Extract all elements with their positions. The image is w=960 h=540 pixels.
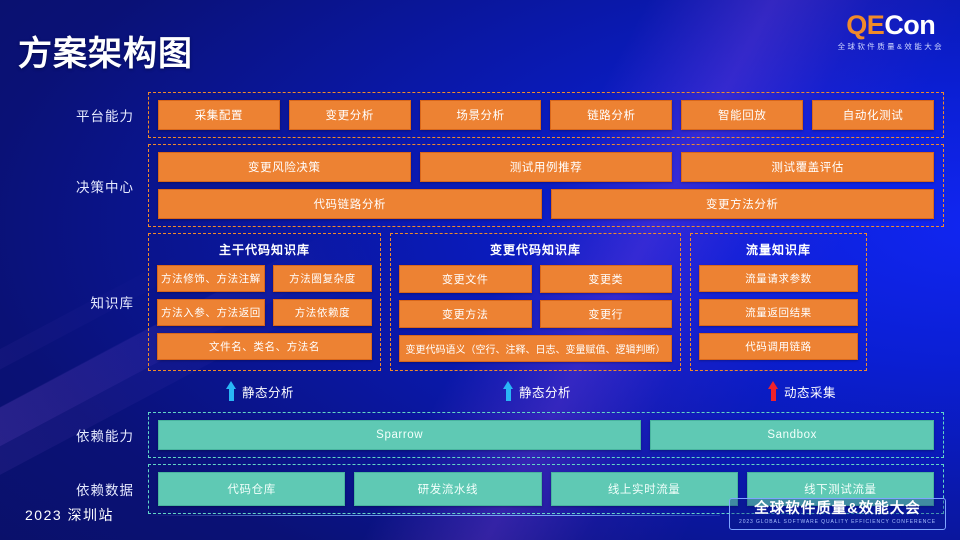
knowledge-grid: 方法入参、方法返回 方法依赖度 bbox=[157, 299, 372, 326]
decision-item[interactable]: 变更方法分析 bbox=[550, 189, 934, 219]
row-knowledge-base: 知识库 主干代码知识库 方法修饰、方法注解 方法圈复杂度 方法入参、方法返回 方… bbox=[0, 233, 960, 371]
knowledge-column-title: 流量知识库 bbox=[745, 243, 811, 257]
row-body-capability: Sparrow Sandbox bbox=[148, 412, 944, 458]
knowledge-grid: 变更代码语义（空行、注释、日志、变量赋值、逻辑判断） bbox=[399, 335, 672, 362]
platform-item[interactable]: 智能回放 bbox=[681, 100, 804, 130]
knowledge-grid: 变更方法 变更行 bbox=[399, 300, 672, 328]
qecon-qe: QE bbox=[846, 10, 885, 40]
knowledge-item[interactable]: 变更文件 bbox=[399, 265, 532, 293]
qecon-con: Con bbox=[884, 10, 936, 40]
platform-cells: 采集配置 变更分析 场景分析 链路分析 智能回放 自动化测试 bbox=[158, 100, 934, 130]
platform-item[interactable]: 场景分析 bbox=[419, 100, 542, 130]
knowledge-grid: 代码调用链路 bbox=[699, 333, 858, 360]
knowledge-item[interactable]: 变更类 bbox=[539, 265, 672, 293]
footer-brand-title: 全球软件质量&效能大会 bbox=[754, 501, 921, 517]
platform-item[interactable]: 链路分析 bbox=[550, 100, 673, 130]
up-arrow-icon bbox=[226, 381, 237, 401]
qecon-tagline: 全球软件质量&效能大会 bbox=[837, 42, 944, 51]
knowledge-column-traffic: 流量知识库 流量请求参数 流量返回结果 代码调用链路 bbox=[690, 233, 867, 371]
row-dependency-capability: 依赖能力 Sparrow Sandbox bbox=[0, 412, 960, 458]
capability-item[interactable]: Sandbox bbox=[650, 420, 934, 450]
knowledge-item[interactable]: 代码调用链路 bbox=[699, 333, 858, 360]
footer-conference-logo: 全球软件质量&效能大会 2023 GLOBAL SOFTWARE QUALITY… bbox=[729, 498, 946, 530]
row-label-platform: 平台能力 bbox=[76, 109, 134, 124]
knowledge-grid: 文件名、类名、方法名 bbox=[157, 333, 372, 360]
up-arrow-icon bbox=[768, 381, 779, 401]
knowledge-item[interactable]: 变更代码语义（空行、注释、日志、变量赋值、逻辑判断） bbox=[399, 335, 672, 362]
flow-arrow-static-analysis-1: 静态分析 bbox=[226, 381, 294, 401]
platform-group: 采集配置 变更分析 场景分析 链路分析 智能回放 自动化测试 bbox=[148, 92, 944, 138]
knowledge-item[interactable]: 流量返回结果 bbox=[699, 299, 858, 326]
flow-arrow-label: 静态分析 bbox=[242, 385, 295, 400]
row-body-knowledge: 主干代码知识库 方法修饰、方法注解 方法圈复杂度 方法入参、方法返回 方法依赖度… bbox=[148, 233, 944, 371]
architecture-diagram: 平台能力 采集配置 变更分析 场景分析 链路分析 智能回放 自动化测试 决策中心 bbox=[0, 92, 960, 520]
capability-group: Sparrow Sandbox bbox=[148, 412, 944, 458]
capability-item[interactable]: Sparrow bbox=[158, 420, 642, 450]
decision-item[interactable]: 代码链路分析 bbox=[158, 189, 542, 219]
knowledge-item[interactable]: 方法圈复杂度 bbox=[272, 265, 372, 292]
knowledge-item[interactable]: 方法修饰、方法注解 bbox=[157, 265, 265, 292]
platform-item[interactable]: 变更分析 bbox=[288, 100, 411, 130]
knowledge-item[interactable]: 文件名、类名、方法名 bbox=[157, 333, 372, 360]
knowledge-grid: 变更文件 变更类 bbox=[399, 265, 672, 293]
row-platform-capability: 平台能力 采集配置 变更分析 场景分析 链路分析 智能回放 自动化测试 bbox=[0, 92, 960, 138]
slide-canvas: 方案架构图 QECon 全球软件质量&效能大会 平台能力 采集配置 变更分析 场… bbox=[0, 0, 960, 540]
knowledge-column-title: 主干代码知识库 bbox=[218, 243, 310, 257]
knowledge-grid: 方法修饰、方法注解 方法圈复杂度 bbox=[157, 265, 372, 292]
decision-item[interactable]: 测试覆盖评估 bbox=[681, 152, 935, 182]
row-body-decision: 变更风险决策 测试用例推荐 测试覆盖评估 代码链路分析 变更方法分析 bbox=[148, 144, 944, 227]
qecon-wordmark: QECon bbox=[838, 12, 944, 39]
row-decision-center: 决策中心 变更风险决策 测试用例推荐 测试覆盖评估 代码链路分析 变更方法分析 bbox=[0, 144, 960, 227]
platform-item[interactable]: 采集配置 bbox=[158, 100, 280, 130]
flow-arrow-dynamic-collection: 动态采集 bbox=[768, 381, 836, 401]
flow-arrow-label: 静态分析 bbox=[519, 385, 572, 400]
decision-cells-top: 变更风险决策 测试用例推荐 测试覆盖评估 bbox=[158, 152, 935, 182]
flow-arrow-label: 动态采集 bbox=[784, 385, 837, 400]
row-label-knowledge: 知识库 bbox=[90, 296, 134, 311]
decision-item[interactable]: 测试用例推荐 bbox=[419, 152, 673, 182]
row-label-decision: 决策中心 bbox=[76, 179, 134, 195]
knowledge-column-title: 变更代码知识库 bbox=[489, 243, 581, 257]
knowledge-columns: 主干代码知识库 方法修饰、方法注解 方法圈复杂度 方法入参、方法返回 方法依赖度… bbox=[148, 233, 944, 371]
up-arrow-icon bbox=[503, 381, 514, 401]
knowledge-column-trunk-code: 主干代码知识库 方法修饰、方法注解 方法圈复杂度 方法入参、方法返回 方法依赖度… bbox=[148, 233, 381, 371]
page-title: 方案架构图 bbox=[18, 35, 193, 73]
decision-group: 变更风险决策 测试用例推荐 测试覆盖评估 代码链路分析 变更方法分析 bbox=[148, 144, 944, 227]
knowledge-item[interactable]: 流量请求参数 bbox=[699, 265, 858, 292]
knowledge-item[interactable]: 方法入参、方法返回 bbox=[157, 299, 265, 326]
row-label-capability: 依赖能力 bbox=[76, 429, 134, 444]
capability-cells: Sparrow Sandbox bbox=[158, 420, 934, 450]
knowledge-grid: 流量返回结果 bbox=[699, 299, 858, 326]
decision-cells-bottom: 代码链路分析 变更方法分析 bbox=[158, 189, 934, 219]
knowledge-item[interactable]: 变更行 bbox=[539, 300, 672, 328]
knowledge-grid: 流量请求参数 bbox=[699, 265, 858, 292]
knowledge-item[interactable]: 变更方法 bbox=[399, 300, 532, 328]
row-body-platform: 采集配置 变更分析 场景分析 链路分析 智能回放 自动化测试 bbox=[148, 92, 944, 138]
flow-arrows: 静态分析 静态分析 动态采集 bbox=[148, 378, 944, 408]
knowledge-item[interactable]: 方法依赖度 bbox=[272, 299, 372, 326]
flow-arrow-static-analysis-2: 静态分析 bbox=[503, 381, 571, 401]
decision-item[interactable]: 变更风险决策 bbox=[158, 152, 411, 182]
knowledge-column-changed-code: 变更代码知识库 变更文件 变更类 变更方法 变更行 变更代码语义（空行、注释、日… bbox=[390, 233, 681, 371]
slide-footer: 2023 深圳站 全球软件质量&效能大会 2023 GLOBAL SOFTWAR… bbox=[0, 492, 960, 540]
footer-brand-subtitle: 2023 GLOBAL SOFTWARE QUALITY EFFICIENCY … bbox=[739, 518, 936, 525]
platform-item[interactable]: 自动化测试 bbox=[812, 100, 934, 130]
footer-divider bbox=[150, 515, 720, 516]
qecon-logo: QECon 全球软件质量&效能大会 bbox=[838, 12, 944, 51]
footer-event-location: 2023 深圳站 bbox=[25, 507, 115, 523]
